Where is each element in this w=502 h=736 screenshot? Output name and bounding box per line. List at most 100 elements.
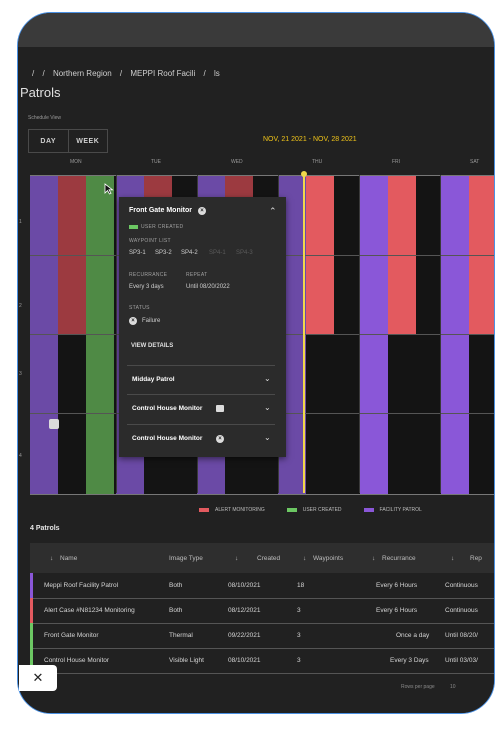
breadcrumb-sep: / bbox=[119, 69, 123, 78]
expand-chevron-icon[interactable]: ⌄ bbox=[264, 403, 271, 412]
cell-waypoints: 3 bbox=[297, 607, 301, 614]
divider bbox=[127, 365, 275, 366]
patrol-type-tag: USER CREATED bbox=[141, 224, 184, 230]
col-created[interactable]: Created bbox=[257, 555, 280, 562]
col-name[interactable]: Name bbox=[60, 555, 77, 562]
accordion-control-house-1[interactable]: Control House Monitor bbox=[132, 405, 202, 412]
table-row[interactable]: Alert Case #N81234 Monitoring Both 08/12… bbox=[30, 598, 494, 624]
cell-repeat: Continuous bbox=[445, 607, 478, 614]
cell-recurrance: Every 3 Days bbox=[390, 657, 429, 664]
day-header-mon: MON bbox=[70, 159, 82, 165]
close-button[interactable]: ✕ bbox=[19, 665, 57, 691]
row-label: 1 bbox=[19, 219, 22, 225]
cell-recurrance: Every 6 Hours bbox=[376, 607, 418, 614]
col-recurrance[interactable]: Recurrance bbox=[382, 555, 416, 562]
date-range: NOV, 21 2021 - NOV, 28 2021 bbox=[263, 136, 357, 143]
recurrance-value: Every 3 days bbox=[129, 284, 164, 290]
accordion-midday-patrol[interactable]: Midday Patrol bbox=[132, 376, 175, 383]
sort-arrow-icon[interactable]: ↓ bbox=[235, 555, 238, 562]
status-label: STATUS bbox=[129, 305, 150, 311]
type-stripe bbox=[30, 573, 33, 598]
close-icon: ✕ bbox=[32, 670, 44, 685]
sort-arrow-icon[interactable]: ↓ bbox=[451, 555, 454, 562]
cell-recurrance: Once a day bbox=[396, 632, 430, 639]
cell-repeat: Until 03/03/ bbox=[445, 657, 478, 664]
day-header-wed: WED bbox=[231, 159, 243, 165]
cell-name: Control House Monitor bbox=[44, 657, 110, 664]
legend-user: USER CREATED bbox=[302, 507, 342, 513]
day-header-fri: FRI bbox=[392, 159, 401, 165]
table-row[interactable]: Control House Monitor Visible Light 08/1… bbox=[30, 648, 494, 674]
day-divider bbox=[440, 175, 441, 493]
failure-icon: × bbox=[216, 435, 224, 443]
cell-name: Alert Case #N81234 Monitoring bbox=[44, 607, 135, 614]
cell-created: 08/10/2021 bbox=[228, 657, 261, 664]
patrol-bar-user[interactable] bbox=[86, 176, 114, 494]
sort-arrow-icon[interactable]: ↓ bbox=[50, 555, 53, 562]
view-details-button[interactable]: VIEW DETAILS bbox=[131, 343, 173, 349]
accordion-control-house-2[interactable]: Control House Monitor bbox=[132, 435, 202, 442]
patrol-bar-facility[interactable] bbox=[30, 176, 58, 494]
waypoint-chip[interactable]: SP4-2 bbox=[181, 250, 198, 256]
day-divider bbox=[116, 175, 117, 493]
row-label: 2 bbox=[19, 303, 22, 309]
waypoint-chip[interactable]: SP4-1 bbox=[209, 250, 226, 256]
page-title: Patrols bbox=[20, 85, 61, 100]
breadcrumb-item-current: ls bbox=[213, 69, 220, 78]
legend-alert: ALERT MONITORING bbox=[215, 507, 265, 513]
status-bar bbox=[18, 13, 494, 47]
expand-chevron-icon[interactable]: ⌄ bbox=[264, 433, 271, 442]
waypoint-chip[interactable]: SP4-3 bbox=[236, 250, 253, 256]
divider bbox=[127, 394, 275, 395]
legend-facility: FACILITY PATROL bbox=[379, 507, 422, 513]
waypoint-chip[interactable]: SP3-1 bbox=[129, 250, 146, 256]
cell-repeat: Until 08/20/ bbox=[445, 632, 478, 639]
camera-icon bbox=[216, 405, 224, 412]
row-label: 3 bbox=[19, 371, 22, 377]
col-repeat[interactable]: Rep bbox=[470, 555, 482, 562]
table-row[interactable]: Front Gate Monitor Thermal 09/22/2021 3 … bbox=[30, 623, 494, 649]
patrol-bar-facility[interactable] bbox=[360, 176, 388, 494]
cell-name: Front Gate Monitor bbox=[44, 632, 99, 639]
camera-icon[interactable] bbox=[49, 419, 59, 429]
breadcrumb-sep: / bbox=[203, 69, 206, 78]
table-row[interactable]: Meppi Roof Facility Patrol Both 08/10/20… bbox=[30, 573, 494, 599]
row-label: 4 bbox=[19, 453, 22, 459]
recurrance-label: RECURRANCE bbox=[129, 272, 168, 278]
col-waypoints[interactable]: Waypoints bbox=[313, 555, 343, 562]
type-stripe bbox=[30, 598, 33, 623]
cell-recurrance: Every 6 Hours bbox=[376, 582, 418, 589]
sort-arrow-icon[interactable]: ↓ bbox=[303, 555, 306, 562]
patrol-bar-facility[interactable] bbox=[441, 176, 469, 494]
cell-image-type: Both bbox=[169, 607, 183, 614]
sort-arrow-icon[interactable]: ↓ bbox=[372, 555, 375, 562]
day-header-sat: SAT bbox=[470, 159, 480, 165]
current-time-dot bbox=[301, 171, 307, 177]
collapse-chevron-icon[interactable]: ⌃ bbox=[269, 206, 277, 217]
status-failure-icon: × bbox=[198, 207, 206, 215]
cell-waypoints: 3 bbox=[297, 632, 301, 639]
breadcrumb-item-facility[interactable]: MEPPI Roof Facili bbox=[130, 69, 195, 78]
expand-chevron-icon[interactable]: ⌄ bbox=[264, 374, 271, 383]
cell-image-type: Visible Light bbox=[169, 657, 204, 664]
week-button[interactable]: WEEK bbox=[69, 130, 108, 152]
cell-name: Meppi Roof Facility Patrol bbox=[44, 582, 119, 589]
user-created-swatch bbox=[129, 225, 138, 229]
cell-image-type: Both bbox=[169, 582, 183, 589]
waypoint-chip[interactable]: SP3-2 bbox=[155, 250, 172, 256]
failure-icon: × bbox=[129, 317, 137, 325]
cell-waypoints: 3 bbox=[297, 657, 301, 664]
status-value: Failure bbox=[142, 318, 161, 324]
col-image-type[interactable]: Image Type bbox=[169, 555, 203, 562]
patrol-detail-popover: Front Gate Monitor × ⌃ USER CREATED WAYP… bbox=[119, 197, 286, 457]
breadcrumb-item-region[interactable]: Northern Region bbox=[53, 69, 112, 78]
day-button[interactable]: DAY bbox=[29, 130, 69, 152]
rows-per-page-select[interactable]: 10 bbox=[450, 684, 456, 690]
cell-created: 09/22/2021 bbox=[228, 632, 261, 639]
day-divider bbox=[359, 175, 360, 493]
day-header-thu: THU bbox=[312, 159, 323, 165]
breadcrumb: / / Northern Region / MEPPI Roof Facili … bbox=[32, 69, 226, 78]
cell-repeat: Continuous bbox=[445, 582, 478, 589]
cell-waypoints: 18 bbox=[297, 582, 305, 589]
popover-title: Front Gate Monitor bbox=[129, 207, 192, 214]
